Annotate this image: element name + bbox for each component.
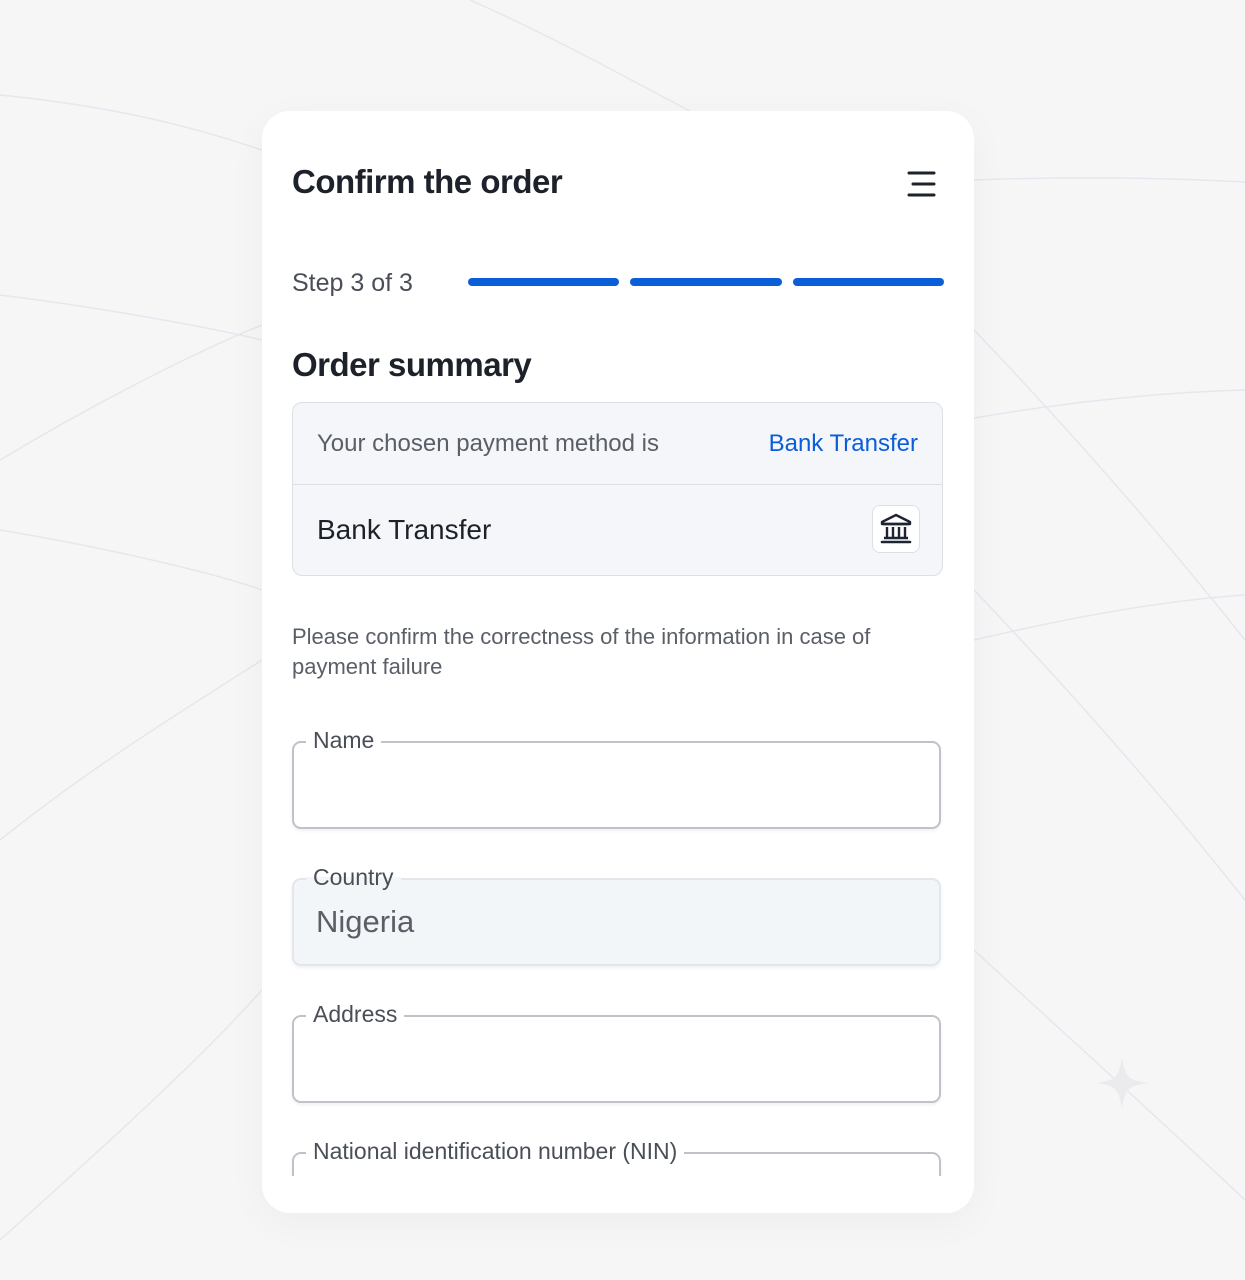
payment-summary-box: Your chosen payment method is Bank Trans… [292, 402, 943, 576]
name-field: Name [292, 726, 941, 829]
step-indicator-label: Step 3 of 3 [292, 269, 413, 297]
country-field-label: Country [306, 863, 401, 891]
menu-button[interactable] [902, 165, 942, 205]
address-field-label: Address [306, 1000, 405, 1028]
progress-segment-1 [468, 278, 620, 286]
order-card: Confirm the order Step 3 of 3 Order summ… [262, 111, 974, 1213]
nin-field-clip: National identification number (NIN) [262, 1136, 974, 1176]
nin-field: National identification number (NIN) [292, 1137, 941, 1176]
progress-segment-3 [792, 278, 944, 286]
country-input[interactable] [316, 902, 916, 942]
bank-icon [872, 505, 920, 553]
page-title: Confirm the order [292, 163, 563, 200]
country-field: Country [292, 863, 941, 966]
address-input[interactable] [316, 1039, 916, 1079]
name-field-label: Name [306, 726, 382, 754]
chosen-method-label: Your chosen payment method is [317, 430, 659, 457]
confirmation-notice: Please confirm the correctness of the in… [292, 624, 871, 679]
payment-method-detail: Bank Transfer [293, 485, 942, 575]
chosen-method-link[interactable]: Bank Transfer [769, 430, 918, 458]
nin-field-label: National identification number (NIN) [306, 1137, 685, 1165]
menu-icon [907, 171, 936, 197]
payment-method-name: Bank Transfer [317, 514, 492, 545]
progress-segment-2 [630, 278, 782, 286]
address-field: Address [292, 1000, 941, 1103]
name-input[interactable] [316, 765, 916, 805]
step-progress-bar [468, 278, 944, 286]
order-summary-title: Order summary [292, 346, 532, 383]
payment-method-row: Your chosen payment method is Bank Trans… [293, 403, 942, 485]
